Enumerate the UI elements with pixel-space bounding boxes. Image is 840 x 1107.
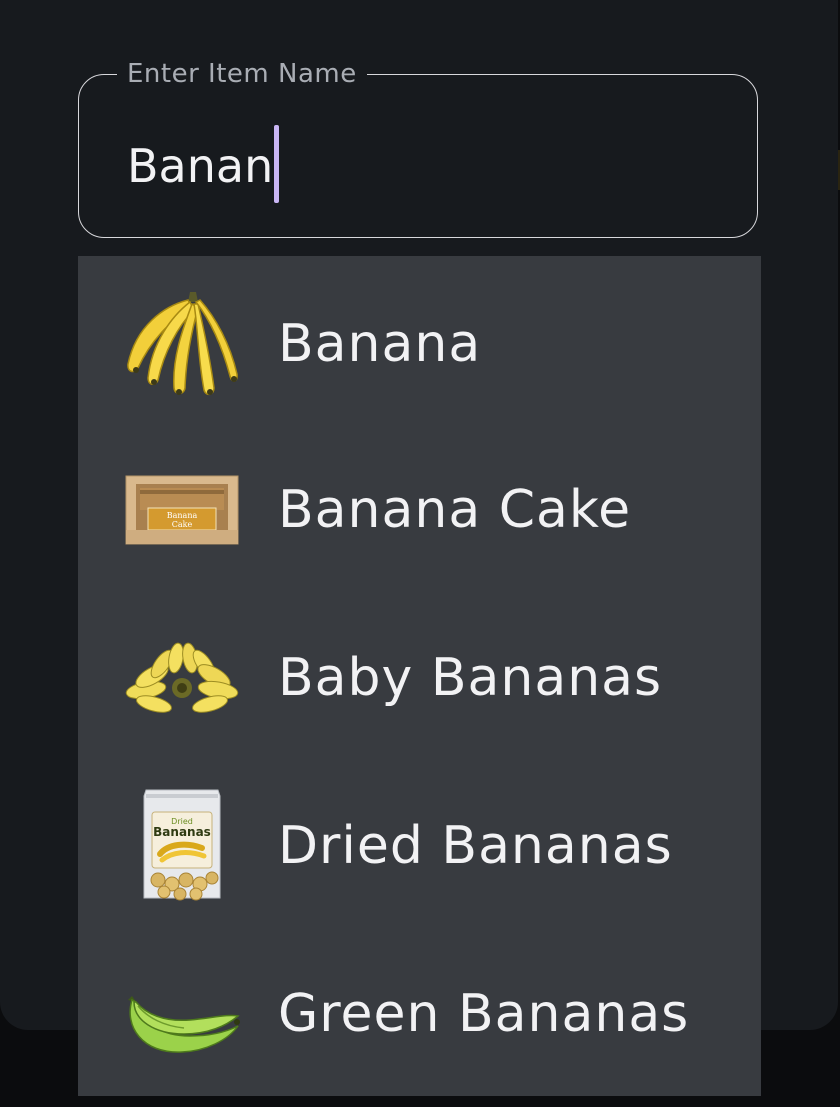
banana-bunch-icon xyxy=(124,286,240,402)
cake-box-label-line2: Cake xyxy=(172,520,193,529)
item-name-input[interactable]: Banan xyxy=(127,125,280,205)
item-name-label: Enter Item Name xyxy=(117,57,367,91)
suggestion-label: Baby Bananas xyxy=(278,648,663,708)
suggestion-green-bananas[interactable]: Green Bananas xyxy=(78,930,761,1098)
suggestion-label: Banana xyxy=(278,314,482,374)
suggestion-label: Banana Cake xyxy=(278,480,632,540)
item-name-value: Banan xyxy=(127,139,274,193)
green-bananas-icon xyxy=(124,956,240,1072)
item-name-field[interactable]: Enter Item Name Banan xyxy=(78,57,758,238)
cake-box-label-line1: Banana xyxy=(167,511,198,520)
suggestion-baby-bananas[interactable]: Baby Bananas xyxy=(78,594,761,762)
suggestion-dried-bananas[interactable]: Dried Bananas Dried Bananas xyxy=(78,762,761,930)
suggestion-banana[interactable]: Banana xyxy=(78,260,761,428)
suggestion-banana-cake[interactable]: Banana Cake Banana Cake xyxy=(78,426,761,594)
screen: Enter Item Name Banan Banana Banana Cake… xyxy=(0,0,840,1107)
suggestion-label: Dried Bananas xyxy=(278,816,673,876)
dried-bananas-bag-icon: Dried Bananas xyxy=(124,788,240,904)
baby-bananas-icon xyxy=(124,620,240,736)
dried-bag-line2: Bananas xyxy=(153,825,211,839)
banana-cake-box-icon: Banana Cake xyxy=(124,452,240,568)
suggestion-label: Green Bananas xyxy=(278,984,690,1044)
suggestions-dropdown: Banana Banana Cake Banana Cake Baby Bana… xyxy=(78,256,761,1096)
text-cursor xyxy=(274,125,280,203)
